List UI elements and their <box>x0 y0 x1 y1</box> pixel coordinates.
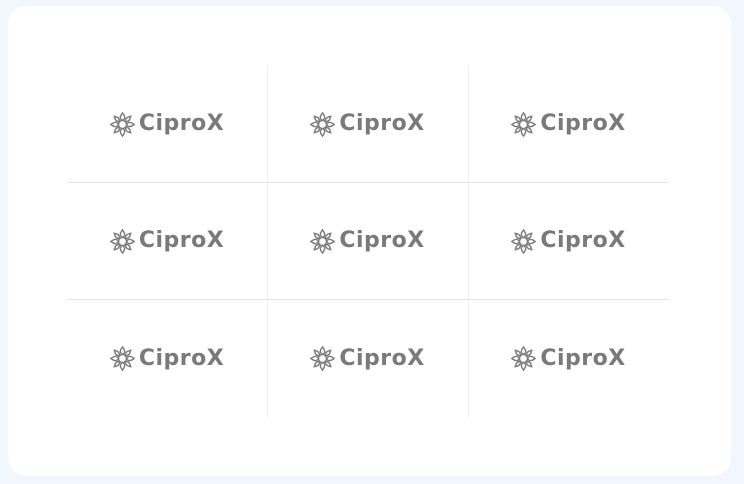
logo-wordmark: CiproX <box>339 111 425 136</box>
partner-logo[interactable]: CiproX <box>309 345 424 372</box>
logo-cell: CiproX <box>68 66 268 183</box>
logo-wordmark: CiproX <box>339 228 425 253</box>
flower-icon <box>510 228 537 255</box>
flower-icon <box>109 111 136 138</box>
flower-icon <box>309 228 336 255</box>
partner-logo[interactable]: CiproX <box>109 228 224 255</box>
partner-logo[interactable]: CiproX <box>510 111 625 138</box>
flower-icon <box>109 345 136 372</box>
partner-logo[interactable]: CiproX <box>309 228 424 255</box>
logo-cell: CiproX <box>469 66 669 183</box>
logo-cell: CiproX <box>68 183 268 300</box>
logo-cloud-card: CiproX CiproX CiproX CiproX CiproX Cipro… <box>8 6 731 476</box>
flower-icon <box>109 228 136 255</box>
logo-wordmark: CiproX <box>540 345 626 371</box>
logo-cell: CiproX <box>469 183 669 300</box>
partner-logo[interactable]: CiproX <box>109 111 224 138</box>
logo-wordmark: CiproX <box>138 111 225 136</box>
logo-wordmark: CiproX <box>540 228 626 253</box>
flower-icon <box>309 111 336 138</box>
partner-logo[interactable]: CiproX <box>510 228 625 255</box>
logo-wordmark: CiproX <box>138 228 225 253</box>
logo-cell: CiproX <box>68 300 268 417</box>
logo-cell: CiproX <box>268 300 469 417</box>
partner-logo[interactable]: CiproX <box>109 345 224 372</box>
partner-logo[interactable]: CiproX <box>510 345 625 372</box>
logo-wordmark: CiproX <box>540 111 626 136</box>
flower-icon <box>510 345 537 372</box>
logo-wordmark: CiproX <box>138 345 225 371</box>
flower-icon <box>309 345 336 372</box>
logo-grid: CiproX CiproX CiproX CiproX CiproX Cipro… <box>68 66 669 417</box>
logo-wordmark: CiproX <box>339 345 425 371</box>
logo-cell: CiproX <box>268 183 469 300</box>
logo-cell: CiproX <box>268 66 469 183</box>
flower-icon <box>510 111 537 138</box>
logo-cell: CiproX <box>469 300 669 417</box>
partner-logo[interactable]: CiproX <box>309 111 424 138</box>
